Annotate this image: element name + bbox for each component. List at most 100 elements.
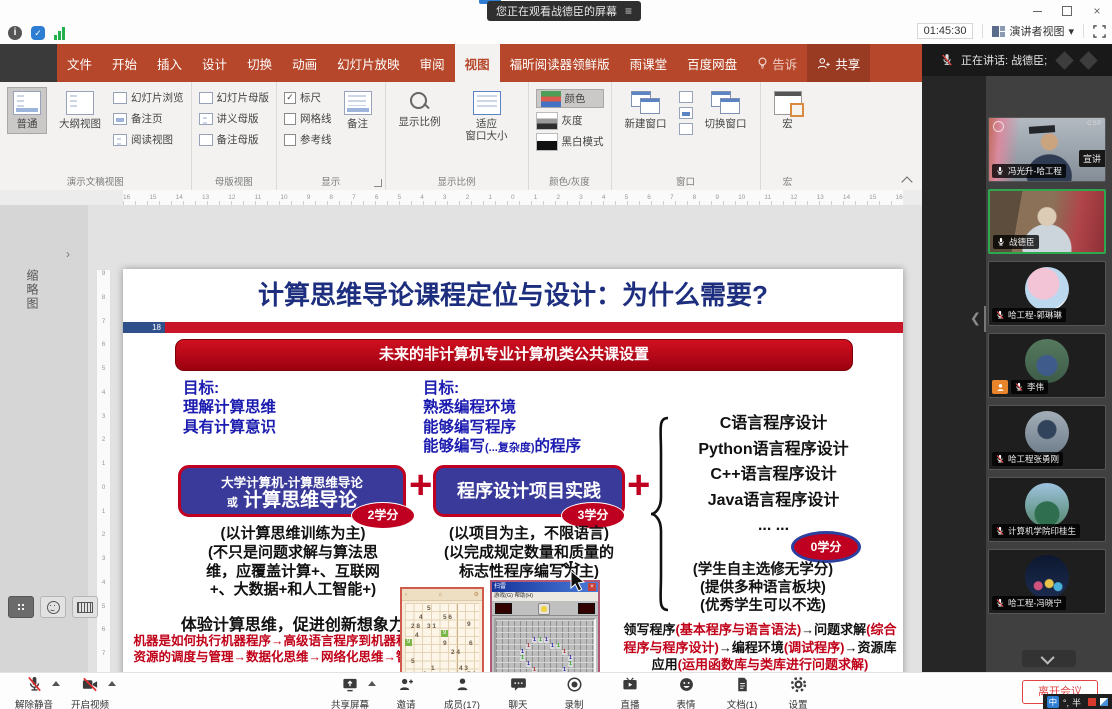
fit-to-window-button[interactable]: 适应窗口大小 xyxy=(453,87,521,146)
ribbon-tab-design[interactable]: 设计 xyxy=(192,44,237,82)
ime-lang-icon[interactable]: 中 xyxy=(1047,696,1059,708)
settings-button[interactable]: 设置 xyxy=(770,676,826,709)
zoom-button[interactable]: 显示比例 xyxy=(393,87,447,132)
info-icon[interactable]: i xyxy=(8,26,22,40)
speaker-view-selector[interactable]: 演讲者视图 ▾ xyxy=(992,23,1074,39)
macro-button[interactable]: 宏 xyxy=(768,87,808,134)
layout-icon xyxy=(992,26,1005,37)
invite-button[interactable]: 邀请 xyxy=(378,676,434,709)
note-line: (以项目为主，不限语言) xyxy=(419,525,639,544)
toolbar-item-label: 开启视频 xyxy=(71,697,109,709)
ribbon-tab-view[interactable]: 视图 xyxy=(455,44,500,82)
avatar xyxy=(1025,267,1069,311)
ribbon-tab-slideshow[interactable]: 幻灯片放映 xyxy=(327,44,410,82)
move-split-icon[interactable] xyxy=(679,107,693,119)
ime-symbol[interactable]: 半 xyxy=(1072,698,1081,708)
handout-master-button[interactable]: 讲义母版 xyxy=(199,110,270,127)
ribbon-tab-foxit[interactable]: 福昕阅读器领鲜版 xyxy=(500,44,620,82)
emoji-icon xyxy=(678,676,695,696)
notes-page-button[interactable]: 备注页 xyxy=(113,110,184,127)
caret-up-icon[interactable] xyxy=(108,681,116,686)
notes-button[interactable]: 备注 xyxy=(338,87,378,134)
thumbnail-pane-label[interactable]: 缩略图 xyxy=(24,269,41,311)
normal-view-icon xyxy=(13,91,41,115)
notes-master-button[interactable]: 备注母版 xyxy=(199,131,270,148)
grayscale-button[interactable]: 灰度 xyxy=(536,112,604,129)
participant-tile[interactable]: 哈工程张勇刚 xyxy=(988,405,1106,470)
shield-icon[interactable]: ✓ xyxy=(31,26,45,40)
fullscreen-icon[interactable] xyxy=(1093,25,1106,38)
sidebar-resize-handle[interactable]: ❮ xyxy=(970,306,986,332)
start-video-button[interactable]: 开启视频 xyxy=(62,676,118,709)
language-course-item: C语言程序设计 xyxy=(671,411,876,437)
participant-tile[interactable]: 哈工程-郭琳琳 xyxy=(988,261,1106,326)
grid-icon[interactable] xyxy=(8,596,34,618)
switch-window-button[interactable]: 切换窗口 xyxy=(699,87,753,134)
ribbon-tab-share[interactable]: 共享 xyxy=(807,44,870,82)
participant-tile[interactable]: CSP 冯光升-哈工程宣讲 xyxy=(988,117,1106,182)
share-screen-button[interactable]: 共享屏幕 xyxy=(322,676,378,709)
scroll-down-button[interactable] xyxy=(1022,650,1076,667)
ribbon-tab-animations[interactable]: 动画 xyxy=(282,44,327,82)
goal-line: 熟悉编程环境 xyxy=(423,398,581,417)
note-line: (优秀学生可以不选) xyxy=(635,597,891,615)
toolbar-item-label: 聊天 xyxy=(508,697,527,709)
participant-tile[interactable]: 李伟 xyxy=(988,333,1106,398)
video-watermark: CSP xyxy=(1087,120,1102,127)
participant-tile[interactable]: 战德臣 xyxy=(988,189,1106,254)
ribbon-tab-baidu-netdisk[interactable]: 百度网盘 xyxy=(677,44,747,82)
emoji-button[interactable]: 表情 xyxy=(658,676,714,709)
restore-button[interactable] xyxy=(1060,4,1074,18)
black-white-button[interactable]: 黑白模式 xyxy=(536,133,604,150)
ribbon-tab-file[interactable]: 文件 xyxy=(57,44,102,82)
horizontal-ruler[interactable]: 1615141312111098765432101234567891011121… xyxy=(0,190,922,206)
color-button[interactable]: 颜色 xyxy=(536,89,604,108)
participant-tile[interactable]: 计算机学院印桂生 xyxy=(988,477,1106,542)
normal-view-button[interactable]: 普通 xyxy=(7,87,47,134)
vertical-ruler[interactable]: 9876543210123456789 xyxy=(96,269,111,706)
unmute-button[interactable]: 解除静音 xyxy=(6,676,62,709)
slide-canvas[interactable]: 计算思维导论课程定位与设计：为什么需要? 18 未来的非计算机专业计算机类公共课… xyxy=(123,269,903,704)
watching-banner[interactable]: 您正在观看战德臣的屏幕 ≡ xyxy=(487,1,641,21)
outline-view-button[interactable]: 大纲视图 xyxy=(53,87,107,134)
ribbon-tab-tell-me[interactable]: 告诉 xyxy=(747,44,807,82)
caret-up-icon[interactable] xyxy=(52,681,60,686)
ime-status-bar[interactable]: 中 °,半 xyxy=(1043,694,1112,709)
ime-symbol[interactable]: °, xyxy=(1063,698,1069,708)
live-button[interactable]: 直播 xyxy=(602,676,658,709)
minimize-button[interactable] xyxy=(1030,4,1044,18)
slide-master-button[interactable]: 幻灯片母版 xyxy=(199,89,270,106)
overlay-label: 宣讲 xyxy=(1079,150,1105,167)
guides-checkbox[interactable]: 参考线 xyxy=(284,131,332,148)
record-button[interactable]: 录制 xyxy=(546,676,602,709)
ruler-checkbox[interactable]: ✓标尺 xyxy=(284,89,332,106)
close-button[interactable]: × xyxy=(1090,4,1104,18)
ribbon-tab-transitions[interactable]: 切换 xyxy=(237,44,282,82)
participant-name-chip: 冯光升-哈工程 xyxy=(992,164,1066,178)
slide-sorter-button[interactable]: 幻灯片浏览 xyxy=(113,89,184,106)
ruler-number: 3 xyxy=(443,194,447,201)
gridlines-checkbox[interactable]: 网格线 xyxy=(284,110,332,127)
emoji-picker-icon[interactable] xyxy=(40,596,66,618)
keyboard-icon[interactable] xyxy=(72,596,98,618)
ribbon-tab-home[interactable]: 开始 xyxy=(102,44,147,82)
toolbar-item-label: 录制 xyxy=(564,697,583,709)
ribbon-tab-review[interactable]: 审阅 xyxy=(410,44,455,82)
ruler-number: 5 xyxy=(625,194,629,201)
docs-button[interactable]: 文档(1) xyxy=(714,676,770,709)
hamburger-icon[interactable]: ≡ xyxy=(625,4,632,18)
cascade-windows-icon[interactable] xyxy=(679,91,693,103)
slide-banner: 未来的非计算机专业计算机类公共课设置 xyxy=(175,339,853,371)
ribbon-tab-insert[interactable]: 插入 xyxy=(147,44,192,82)
expand-thumbnails-icon[interactable]: › xyxy=(66,247,70,261)
reading-view-button[interactable]: 阅读视图 xyxy=(113,131,184,148)
chat-button[interactable]: 聊天 xyxy=(490,676,546,709)
ribbon-tab-rain-classroom[interactable]: 雨课堂 xyxy=(620,44,678,82)
caret-up-icon[interactable] xyxy=(368,681,376,686)
participant-tile[interactable]: 哈工程-冯晓宁 xyxy=(988,549,1106,614)
color-icon xyxy=(541,91,561,107)
collapse-ribbon-icon[interactable] xyxy=(903,176,912,182)
new-window-button[interactable]: 新建窗口 xyxy=(619,87,673,134)
arrange-all-icon[interactable] xyxy=(679,123,693,135)
members-button[interactable]: 成员(17) xyxy=(434,676,490,709)
